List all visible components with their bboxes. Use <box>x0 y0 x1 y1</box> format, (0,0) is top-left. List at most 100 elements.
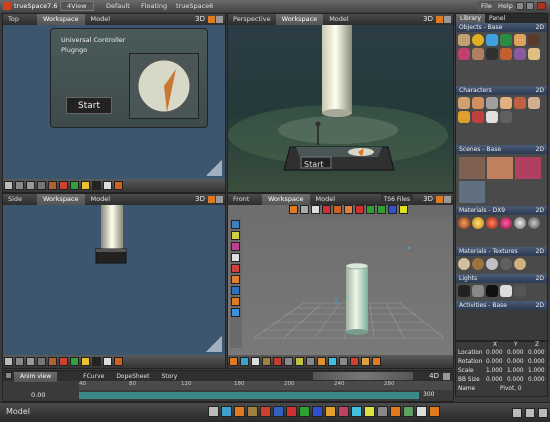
tool-icon[interactable] <box>231 297 240 306</box>
object-thumb[interactable] <box>500 48 512 60</box>
rotate-icon[interactable] <box>26 357 35 366</box>
section-characters-header[interactable]: Characters 2D <box>456 86 547 95</box>
object-thumb[interactable] <box>528 48 540 60</box>
help-icon[interactable] <box>416 406 427 417</box>
move-icon[interactable] <box>15 181 24 190</box>
object-thumb[interactable] <box>472 48 484 60</box>
material-thumb[interactable] <box>514 217 526 229</box>
tab-workspace[interactable]: Workspace <box>37 14 85 25</box>
light-icon[interactable] <box>364 406 375 417</box>
character-thumb[interactable] <box>528 97 540 109</box>
viewport-menu-icon[interactable] <box>208 16 215 23</box>
edge-icon[interactable] <box>333 205 342 214</box>
menu-help[interactable]: Help <box>495 1 516 11</box>
axis-icon[interactable] <box>273 406 284 417</box>
frame-field[interactable]: 0.00 <box>31 391 45 399</box>
box-icon[interactable] <box>311 205 320 214</box>
character-thumb[interactable] <box>472 111 484 123</box>
window-icon[interactable] <box>538 408 548 418</box>
link-icon[interactable] <box>48 181 57 190</box>
timeline-close-icon[interactable] <box>443 373 450 380</box>
tool-icon[interactable] <box>429 406 440 417</box>
end-frame-field[interactable]: 300 <box>423 391 434 398</box>
axis-x-icon[interactable] <box>355 205 364 214</box>
light-thumb[interactable] <box>514 285 526 297</box>
tab-model[interactable]: Model <box>85 194 117 205</box>
tab-default[interactable]: Default <box>100 1 136 12</box>
menu-file[interactable]: File <box>478 1 495 11</box>
render-icon[interactable] <box>325 406 336 417</box>
axis-z-icon[interactable] <box>312 406 323 417</box>
character-thumb[interactable] <box>500 97 512 109</box>
play-controls[interactable] <box>313 372 413 380</box>
tab-story[interactable]: Story <box>155 372 183 382</box>
viewport-close-icon[interactable] <box>216 16 223 23</box>
ball-icon[interactable] <box>81 357 90 366</box>
paint-icon[interactable] <box>338 406 349 417</box>
light-thumb[interactable] <box>500 285 512 297</box>
tool-icon[interactable] <box>262 357 271 366</box>
light-thumb[interactable] <box>472 285 484 297</box>
tab-model[interactable]: Model <box>85 14 117 25</box>
section-scenes-header[interactable]: Scenes - Base 2D <box>456 145 547 154</box>
tool-icon[interactable] <box>317 357 326 366</box>
tool-icon[interactable] <box>306 357 315 366</box>
material-icon[interactable] <box>70 357 79 366</box>
tool-icon[interactable] <box>251 357 260 366</box>
tool-icon[interactable] <box>231 286 240 295</box>
character-thumb[interactable] <box>514 97 526 109</box>
select-icon[interactable] <box>4 357 13 366</box>
axis-y-icon[interactable] <box>299 406 310 417</box>
view-badge[interactable]: 3D <box>195 194 205 205</box>
texture-thumb[interactable] <box>458 258 470 270</box>
character-thumb[interactable] <box>486 111 498 123</box>
tool-icon[interactable] <box>231 308 240 317</box>
tab-workspace[interactable]: Workspace <box>275 14 324 25</box>
view-badge[interactable]: 3D <box>195 14 205 25</box>
timeline-badge[interactable]: 4D <box>429 371 439 381</box>
tab-model[interactable]: Model <box>323 14 355 25</box>
tool-icon[interactable] <box>231 242 240 251</box>
scale-icon[interactable] <box>37 181 46 190</box>
texture-thumb[interactable] <box>486 258 498 270</box>
property-value[interactable]: 0.000 <box>507 359 524 365</box>
link-icon[interactable] <box>260 406 271 417</box>
viewport-menu-icon[interactable] <box>208 196 215 203</box>
tool-icon[interactable] <box>231 253 240 262</box>
tool-icon[interactable] <box>231 231 240 240</box>
section-lights-header[interactable]: Lights 2D <box>456 274 547 283</box>
viewport-menu-icon[interactable] <box>436 196 443 203</box>
object-thumb[interactable] <box>486 48 498 60</box>
object-thumb[interactable] <box>486 34 498 46</box>
face-icon[interactable] <box>344 205 353 214</box>
viewport-resize-icon[interactable] <box>206 336 222 352</box>
property-value[interactable]: 1.000 <box>507 368 524 374</box>
timeline-ruler[interactable]: 40 80 120 180 200 240 280 <box>79 381 453 390</box>
window-icon[interactable] <box>512 408 522 418</box>
material-thumb[interactable] <box>528 217 540 229</box>
character-thumb[interactable] <box>486 97 498 109</box>
shade-icon[interactable] <box>289 205 298 214</box>
property-value[interactable]: 1.000 <box>528 368 545 374</box>
camera-icon[interactable] <box>114 357 123 366</box>
scale-icon[interactable] <box>247 406 258 417</box>
tool-icon[interactable] <box>328 357 337 366</box>
property-value[interactable]: 0.000 <box>528 359 545 365</box>
timeline-track[interactable] <box>79 392 419 399</box>
torus-icon[interactable] <box>92 181 101 190</box>
object-thumb[interactable] <box>458 34 470 46</box>
viewport-menu-icon[interactable] <box>436 16 443 23</box>
dial-gauge[interactable] <box>130 54 200 120</box>
texture-thumb[interactable] <box>514 258 526 270</box>
ball-icon[interactable] <box>81 181 90 190</box>
character-thumb[interactable] <box>472 97 484 109</box>
scene-thumb[interactable] <box>459 157 485 179</box>
scene-thumb[interactable] <box>515 157 541 179</box>
tab-model[interactable]: Model <box>310 194 342 205</box>
viewport-top[interactable]: Top Workspace Model 3D Universal Controlle… <box>2 13 226 193</box>
tab-anim-view[interactable]: Anim view <box>14 371 58 382</box>
close-button[interactable] <box>537 2 546 10</box>
property-value[interactable]: 0.000 <box>486 350 503 356</box>
view-badge[interactable]: 3D <box>423 14 433 25</box>
light-icon[interactable] <box>103 357 112 366</box>
